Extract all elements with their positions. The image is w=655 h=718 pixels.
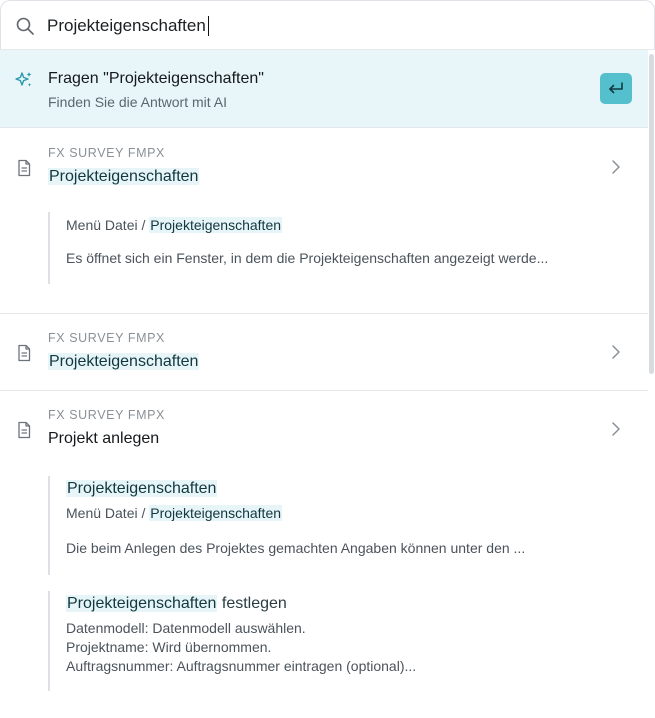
search-bar — [0, 0, 655, 50]
result-item[interactable]: FX SURVEY FMPX Projekt anlegen Projektei… — [0, 391, 648, 718]
snippet-heading-highlight: Projekteigenschaften — [66, 595, 218, 612]
snippet-path-highlight: Projekteigenschaften — [149, 217, 283, 233]
result-snippet[interactable]: Projekteigenschaften Menü Datei / Projek… — [48, 476, 608, 575]
chevron-right-icon — [612, 345, 620, 359]
document-icon — [18, 421, 31, 439]
enter-button[interactable] — [600, 73, 632, 104]
ask-ai-subtitle: Finden Sie die Antwort mit AI — [48, 94, 227, 110]
chevron-right-icon — [612, 422, 620, 436]
snippet-path: Menü Datei / Projekteigenschaften — [66, 505, 283, 521]
result-title-highlight: Projekteigenschaften — [48, 353, 200, 370]
snippet-line: Datenmodell: Datenmodell auswählen. — [66, 620, 306, 636]
result-title-highlight: Projekteigenschaften — [48, 168, 200, 185]
snippet-heading-highlight: Projekteigenschaften — [66, 480, 218, 497]
scrollbar-thumb[interactable] — [649, 54, 654, 374]
snippet-line: Projektname: Wird übernommen. — [66, 639, 272, 655]
result-source: FX SURVEY FMPX — [48, 331, 165, 345]
snippet-path-highlight: Projekteigenschaften — [149, 505, 283, 521]
snippet-heading: Projekteigenschaften — [66, 476, 608, 498]
search-input[interactable] — [47, 13, 637, 39]
document-icon — [18, 344, 31, 362]
ask-ai-title: Fragen "Projekteigenschaften" — [48, 70, 264, 87]
enter-icon — [609, 81, 623, 93]
result-title: Projekteigenschaften — [48, 353, 200, 371]
sparkle-icon — [15, 72, 32, 87]
result-snippet[interactable]: Menü Datei / Projekteigenschaften Es öff… — [48, 212, 608, 284]
result-snippet[interactable]: Projekteigenschaften festlegen Datenmode… — [48, 591, 608, 691]
snippet-line: Auftragsnummer: Auftragsnummer eintragen… — [66, 658, 417, 674]
results-list: Fragen "Projekteigenschaften" Finden Sie… — [0, 50, 648, 718]
result-source: FX SURVEY FMPX — [48, 146, 165, 160]
document-icon — [18, 159, 31, 177]
snippet-path: Menü Datei / Projekteigenschaften — [66, 217, 283, 233]
result-title: Projekt anlegen — [48, 430, 160, 447]
search-icon — [16, 17, 34, 35]
text-caret — [208, 16, 209, 36]
result-source: FX SURVEY FMPX — [48, 408, 165, 422]
chevron-right-icon — [612, 160, 620, 174]
result-item[interactable]: FX SURVEY FMPX Projekteigenschaften Menü… — [0, 129, 648, 314]
result-title: Projekteigenschaften — [48, 168, 200, 186]
snippet-heading: Projekteigenschaften festlegen — [66, 595, 287, 612]
snippet-text: Es öffnet sich ein Fenster, in dem die P… — [66, 250, 549, 266]
ask-ai-row[interactable]: Fragen "Projekteigenschaften" Finden Sie… — [0, 50, 648, 128]
snippet-text: Die beim Anlegen des Projektes gemachten… — [66, 540, 526, 556]
result-item[interactable]: FX SURVEY FMPX Projekteigenschaften — [0, 314, 648, 391]
